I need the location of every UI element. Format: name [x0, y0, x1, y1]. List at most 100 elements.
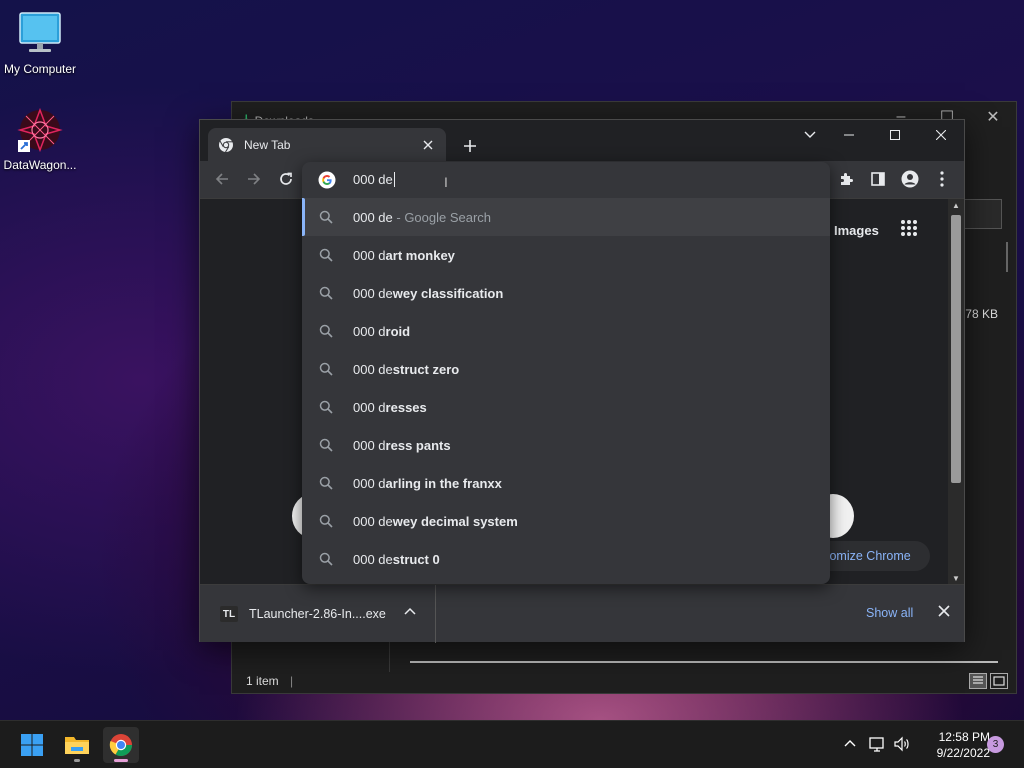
- profile-avatar-icon[interactable]: [896, 165, 924, 193]
- omnibox-dropdown: 000 de Ι 000 de - Google Search 000 dart …: [302, 162, 830, 584]
- maximize-button[interactable]: [872, 120, 918, 150]
- search-icon: [319, 514, 333, 528]
- suggestion-text: 000 dress pants: [353, 438, 451, 453]
- suggestion-completion: struct 0: [392, 551, 440, 567]
- images-link[interactable]: Images: [834, 223, 879, 238]
- forward-button[interactable]: [240, 165, 268, 193]
- network-icon[interactable]: [868, 735, 886, 753]
- search-icon: [319, 286, 333, 300]
- suggestion-completion: struct zero: [392, 361, 460, 377]
- search-icon: [319, 552, 333, 566]
- show-hidden-icons-chevron-icon[interactable]: [842, 735, 860, 753]
- omnibox-suggestion[interactable]: 000 dewey decimal system: [302, 502, 830, 540]
- suggestion-completion: roid: [385, 323, 411, 339]
- clock-date: 9/22/2022: [936, 746, 990, 760]
- search-icon: [319, 248, 333, 262]
- omnibox-suggestion[interactable]: 000 darling in the franxx: [302, 464, 830, 502]
- search-icon: [319, 400, 333, 414]
- new-tab-button[interactable]: [458, 134, 482, 158]
- page-scrollbar[interactable]: ▲ ▼: [948, 199, 964, 585]
- omnibox-suggestion[interactable]: 000 dewey classification: [302, 274, 830, 312]
- chrome-taskbar-button[interactable]: [103, 727, 139, 763]
- extensions-puzzle-icon[interactable]: [832, 165, 860, 193]
- tab-close-icon[interactable]: [420, 137, 436, 153]
- system-clock[interactable]: 12:58 PM 9/22/2022: [920, 729, 990, 761]
- close-button[interactable]: [918, 120, 964, 150]
- suggestion-text: 000 dewey decimal system: [353, 514, 518, 529]
- search-icon: [319, 476, 333, 490]
- download-shelf: TL TLauncher-2.86-In....exe Show all: [200, 584, 964, 643]
- omnibox-suggestion[interactable]: 000 dart monkey: [302, 236, 830, 274]
- large-icons-view-icon[interactable]: [990, 673, 1008, 689]
- chevron-up-icon[interactable]: [404, 607, 420, 623]
- status-bar: 1 item |: [246, 674, 294, 688]
- active-indicator: [114, 759, 128, 762]
- suggestion-completion: wey decimal system: [392, 513, 518, 529]
- datawagon-logo-icon: [16, 106, 64, 154]
- menu-kebab-icon[interactable]: [928, 165, 956, 193]
- google-apps-grid-icon[interactable]: [900, 219, 924, 243]
- omnibox-suggestion[interactable]: 000 droid: [302, 312, 830, 350]
- omnibox-suggestion[interactable]: 000 dress pants: [302, 426, 830, 464]
- suggestion-text: 000 dart monkey: [353, 248, 455, 263]
- suggestion-typed: 000 de: [353, 285, 393, 301]
- address-bar-input[interactable]: 000 de Ι: [302, 162, 830, 198]
- desktop-icon-datawagon[interactable]: DataWagon...: [0, 106, 80, 172]
- suggestion-text: 000 destruct zero: [353, 362, 459, 377]
- download-file-name: TLauncher-2.86-In....exe: [249, 607, 386, 621]
- reload-button[interactable]: [272, 165, 300, 193]
- back-button[interactable]: [208, 165, 236, 193]
- suggestion-completion: arling in the franxx: [385, 475, 502, 491]
- suggestion-typed: 000 de: [353, 209, 393, 225]
- side-panel-icon[interactable]: [864, 165, 892, 193]
- google-g-icon: [318, 171, 336, 189]
- suggestion-text: 000 destruct 0: [353, 552, 440, 567]
- show-all-button[interactable]: Show all: [866, 606, 913, 620]
- close-download-shelf-icon[interactable]: [938, 605, 954, 621]
- scroll-up-arrow-icon[interactable]: ▲: [952, 201, 960, 210]
- scrollbar-thumb[interactable]: [951, 215, 961, 483]
- volume-icon[interactable]: [893, 735, 911, 753]
- file-explorer-taskbar-button[interactable]: [59, 727, 95, 763]
- suggestion-completion: art monkey: [385, 247, 455, 263]
- download-item[interactable]: TL TLauncher-2.86-In....exe: [200, 585, 436, 643]
- suggestion-typed: 000 d: [353, 475, 386, 491]
- omnibox-suggestion[interactable]: 000 destruct zero: [302, 350, 830, 388]
- clock-time: 12:58 PM: [938, 730, 990, 744]
- suggestion-typed: 000 de: [353, 551, 393, 567]
- suggestion-typed: 000 d: [353, 247, 386, 263]
- chrome-logo-icon: [218, 137, 234, 153]
- close-button[interactable]: ✕: [970, 102, 1016, 132]
- running-indicator: [74, 759, 80, 762]
- omnibox-suggestion[interactable]: 000 dresses: [302, 388, 830, 426]
- suggestion-text: 000 de - Google Search: [353, 210, 491, 225]
- scroll-down-arrow-icon[interactable]: ▼: [952, 574, 960, 583]
- notification-badge[interactable]: 3: [987, 736, 1004, 753]
- tab-new-tab[interactable]: New Tab: [208, 128, 446, 161]
- item-count: 1 item: [246, 674, 279, 688]
- desktop-icon-label: My Computer: [3, 62, 77, 76]
- typed-query: 000 de: [353, 172, 393, 187]
- desktop-icon-label: DataWagon...: [3, 158, 77, 172]
- omnibox-suggestion[interactable]: 000 destruct 0: [302, 540, 830, 578]
- navigation-pane[interactable]: [232, 642, 390, 672]
- explorer-scrollbar[interactable]: [1006, 242, 1008, 272]
- suggestion-suffix: - Google Search: [392, 209, 492, 225]
- minimize-button[interactable]: [826, 120, 872, 150]
- monitor-icon: [16, 10, 64, 58]
- tab-title: New Tab: [244, 137, 291, 152]
- suggestion-list: 000 de - Google Search 000 dart monkey 000…: [302, 198, 830, 578]
- suggestion-text: 000 dewey classification: [353, 286, 503, 301]
- start-button[interactable]: [14, 727, 50, 763]
- taskbar: 12:58 PM 9/22/2022: [0, 720, 1024, 768]
- suggestion-text: 000 darling in the franxx: [353, 476, 502, 491]
- suggestion-typed: 000 de: [353, 513, 393, 529]
- suggestion-completion: ress pants: [385, 437, 451, 453]
- details-view-icon[interactable]: [969, 673, 987, 689]
- tab-strip: New Tab: [200, 120, 964, 161]
- horizontal-scrollbar[interactable]: [410, 661, 998, 663]
- tab-search-chevron-icon[interactable]: [794, 120, 826, 150]
- desktop-icon-my-computer[interactable]: My Computer: [0, 10, 80, 76]
- omnibox-suggestion[interactable]: 000 de - Google Search: [302, 198, 830, 236]
- search-icon: [319, 210, 333, 224]
